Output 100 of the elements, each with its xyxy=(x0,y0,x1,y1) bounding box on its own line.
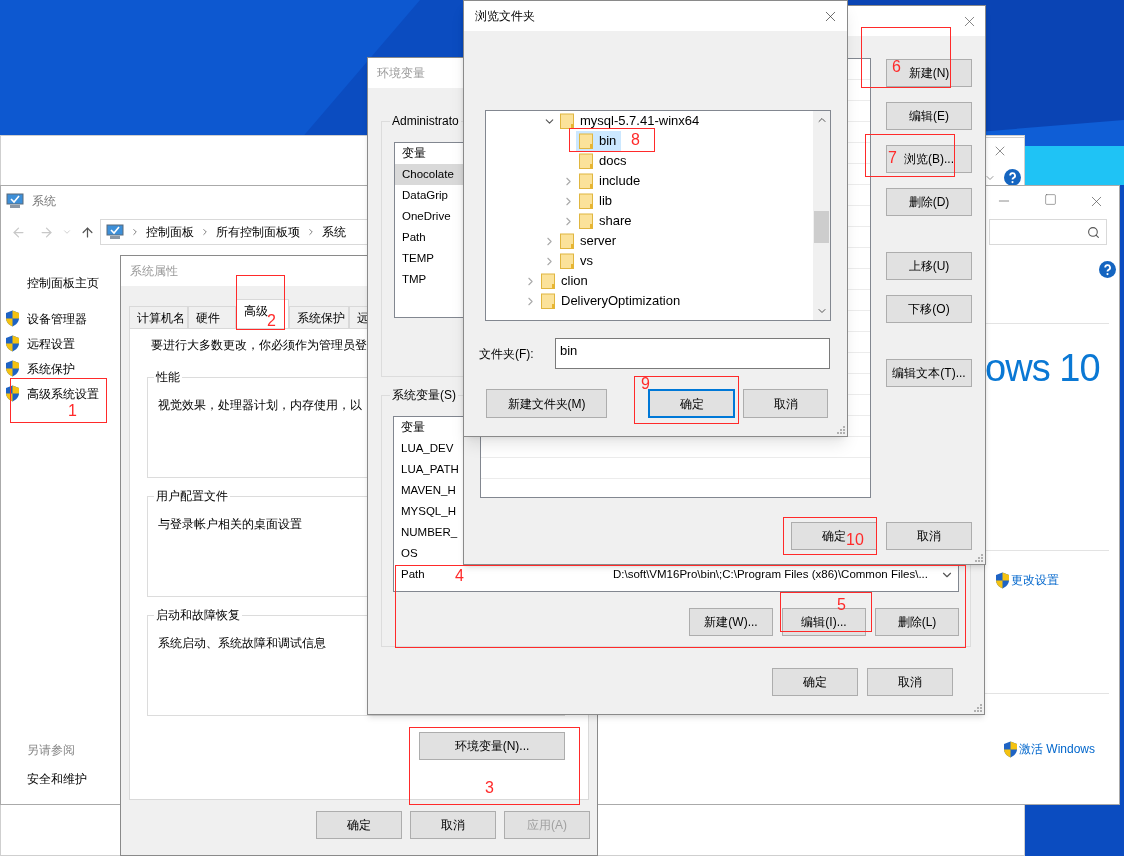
shield-icon xyxy=(1003,740,1018,758)
folder-icon xyxy=(579,133,593,149)
environment-variables-button[interactable]: 环境变量(N)... xyxy=(419,732,565,760)
resize-grip-icon[interactable] xyxy=(835,424,845,434)
folder-icon xyxy=(579,153,593,169)
button[interactable]: 取消 xyxy=(410,811,496,839)
annotation-number: 9 xyxy=(641,375,650,393)
window-title: 系统 xyxy=(32,193,56,210)
tree-item[interactable]: clion xyxy=(538,271,593,291)
folder-icon xyxy=(560,233,574,249)
resize-grip-icon[interactable] xyxy=(972,702,982,712)
button[interactable]: 删除(D) xyxy=(886,188,972,216)
sidebar-link[interactable]: 远程设置 xyxy=(27,334,75,353)
activate-windows-link[interactable]: 激活 Windows xyxy=(1019,740,1095,758)
group-title: 启动和故障恢复 xyxy=(155,607,241,624)
sidebar-link[interactable]: 设备管理器 xyxy=(27,309,87,328)
chevron-right-icon xyxy=(130,227,140,237)
group-description: 视觉效果，处理器计划，内存使用，以 xyxy=(158,397,362,414)
annotation-number: 7 xyxy=(888,149,897,167)
monitor-icon xyxy=(6,193,24,209)
section-heading: 另请参阅 xyxy=(27,742,76,759)
tab[interactable]: 计算机名 xyxy=(129,306,188,329)
sidebar-link[interactable]: 控制面板主页 xyxy=(27,274,121,292)
tree-item[interactable]: docs xyxy=(576,151,632,171)
folder-icon xyxy=(560,253,574,269)
button[interactable]: 取消 xyxy=(867,668,953,696)
shield-icon xyxy=(5,335,20,352)
up-icon[interactable] xyxy=(80,224,95,240)
resize-grip-icon[interactable] xyxy=(973,552,983,562)
breadcrumb-item[interactable]: 所有控制面板项 xyxy=(216,223,300,241)
windows-logo-text: ows 10 xyxy=(985,346,1101,390)
back-icon[interactable] xyxy=(11,224,26,240)
folder-name-field[interactable]: bin xyxy=(555,338,830,369)
group-description: 系统启动、系统故障和调试信息 xyxy=(158,635,326,652)
tab[interactable]: 系统保护 xyxy=(289,306,349,329)
folder-icon xyxy=(560,113,574,129)
button[interactable]: 新建(W)... xyxy=(689,608,773,636)
chevron-right-icon xyxy=(200,227,210,237)
help-icon[interactable] xyxy=(1004,169,1021,186)
button[interactable]: 取消 xyxy=(886,522,972,550)
button[interactable]: 取消 xyxy=(743,389,828,418)
button[interactable]: 上移(U) xyxy=(886,252,972,280)
variable-name[interactable]: OS xyxy=(394,543,425,564)
scrollbar[interactable] xyxy=(813,111,830,320)
tree-item[interactable]: lib xyxy=(576,191,617,211)
sidebar-link[interactable]: 安全和维护 xyxy=(27,770,121,788)
shield-icon xyxy=(5,310,20,327)
button[interactable]: 确定 xyxy=(648,389,735,418)
change-settings-link[interactable]: 更改设置 xyxy=(1011,571,1059,589)
variable-name[interactable]: MYSQL_H xyxy=(394,501,463,522)
annotation-number: 4 xyxy=(455,567,464,585)
help-icon[interactable] xyxy=(1099,261,1116,278)
tree-item[interactable]: mysql-5.7.41-winx64 xyxy=(557,111,705,131)
monitor-icon xyxy=(106,224,124,240)
button[interactable]: 编辑文本(T)... xyxy=(886,359,972,387)
folder-icon xyxy=(579,213,593,229)
group-title: 用户配置文件 xyxy=(155,488,229,505)
shield-icon xyxy=(995,571,1010,589)
button[interactable]: 编辑(E) xyxy=(886,102,972,130)
sidebar-link[interactable]: 系统保护 xyxy=(27,359,75,378)
variable-name[interactable]: LUA_PATH xyxy=(394,459,466,480)
dialog-title: 系统属性 xyxy=(130,263,178,280)
tree-item[interactable]: include xyxy=(576,171,646,191)
maximize-icon[interactable] xyxy=(1043,192,1057,206)
tab[interactable]: 硬件 xyxy=(188,306,236,329)
dialog-title: 浏览文件夹 xyxy=(475,8,535,25)
group-title: Administrato xyxy=(391,113,460,130)
variable-name[interactable]: LUA_DEV xyxy=(394,438,461,459)
shield-icon xyxy=(5,360,20,377)
annotation-number: 6 xyxy=(892,58,901,76)
tree-item[interactable]: share xyxy=(576,211,637,231)
search-field[interactable] xyxy=(989,219,1107,245)
chevron-right-icon xyxy=(306,227,316,237)
variable-name[interactable]: MAVEN_H xyxy=(394,480,463,501)
tree-item[interactable]: DeliveryOptimization xyxy=(538,291,686,311)
annotation-box xyxy=(236,275,285,330)
breadcrumb-item[interactable]: 控制面板 xyxy=(146,223,194,241)
button[interactable]: 下移(O) xyxy=(886,295,972,323)
folder-icon xyxy=(541,293,555,309)
button[interactable]: 确定 xyxy=(772,668,858,696)
search-icon xyxy=(1087,225,1100,239)
tree-item[interactable]: bin xyxy=(576,131,622,151)
button[interactable]: 新建文件夹(M) xyxy=(486,389,607,418)
group-title: 系统变量(S) xyxy=(391,387,457,404)
scrollbar-thumb[interactable] xyxy=(814,211,829,243)
tree-item[interactable]: server xyxy=(557,231,622,251)
group-title: 性能 xyxy=(155,369,181,386)
button[interactable]: 删除(L) xyxy=(875,608,959,636)
sidebar-link[interactable]: 高级系统设置 xyxy=(27,384,99,403)
folder-icon xyxy=(579,173,593,189)
button[interactable]: 确定 xyxy=(316,811,402,839)
forward-icon[interactable] xyxy=(39,224,54,240)
variable-value: D:\soft\VM16Pro\bin\;C:\Program Files (x86)\Common Files\... xyxy=(612,567,928,583)
folder-icon xyxy=(541,273,555,289)
column-header: 变量 xyxy=(401,145,427,161)
breadcrumb-item[interactable]: 系统 xyxy=(322,223,346,241)
annotation-number: 3 xyxy=(485,779,494,797)
variable-name[interactable]: NUMBER_ xyxy=(394,522,465,543)
dialog-title: 环境变量 xyxy=(377,65,425,82)
tree-item[interactable]: vs xyxy=(557,251,598,271)
